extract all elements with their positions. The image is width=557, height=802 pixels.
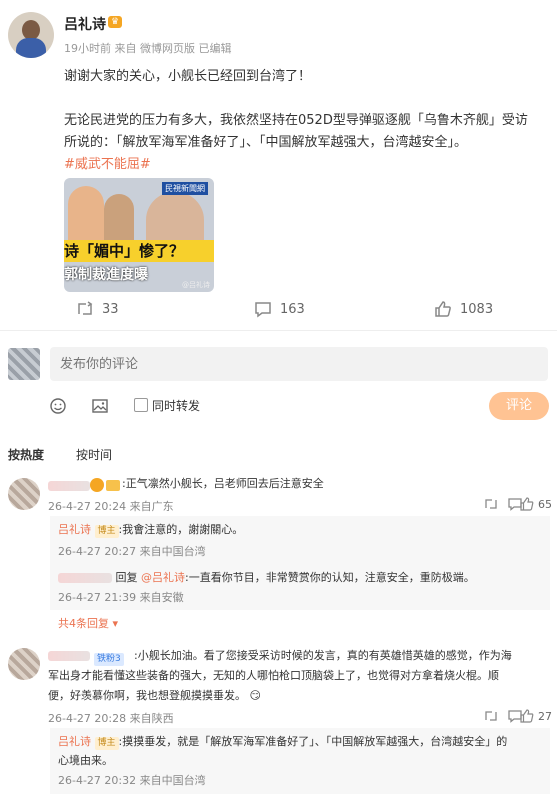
post-body: 谢谢大家的关心，小舰长已经回到台湾了！ 无论民进党的压力有多大，我依然坚持在05… — [64, 66, 534, 176]
my-avatar — [8, 348, 40, 380]
comment-like-button[interactable]: 27 — [520, 709, 552, 723]
forward-checkbox[interactable] — [134, 398, 148, 412]
expand-replies-label: 共4条回复 — [58, 617, 109, 630]
level-badge — [106, 480, 120, 491]
reply-thread: 吕礼诗 博主:我會注意的，謝謝關心。 26-4-27 20:27 来自中国台湾 … — [50, 516, 550, 610]
image-watermark: @吕礼诗 — [182, 281, 210, 289]
post-image[interactable]: 民視新聞網 诗「媚中」惨了？ 郭制裁進度曝 @吕礼诗 — [64, 178, 214, 292]
reply-author[interactable]: 吕礼诗 — [58, 523, 91, 536]
expand-replies-link[interactable]: 共4条回复 ▾ — [58, 615, 118, 631]
thumbs-up-icon — [520, 709, 534, 723]
reply-text: :我會注意的，謝謝關心。 — [118, 523, 244, 536]
comment-count: 163 — [280, 301, 305, 317]
comment-input-wrap[interactable] — [50, 347, 548, 381]
reply-meta: 26-4-27 20:27 来自中国台湾 — [58, 545, 206, 558]
comment-share-button[interactable] — [484, 709, 498, 723]
comment-button[interactable]: 163 — [254, 300, 305, 318]
like-button[interactable]: 1083 — [434, 300, 493, 318]
comment-input[interactable] — [50, 347, 548, 381]
author-avatar[interactable] — [8, 12, 54, 58]
reply-mention[interactable]: @吕礼诗 — [141, 571, 185, 584]
reply-author-name[interactable] — [58, 573, 112, 583]
author-name[interactable]: 吕礼诗 — [64, 14, 106, 34]
reply-item: 回复 @吕礼诗:一直看你节目，非常赞赏你的认知，注意安全，重防极端。 — [58, 568, 475, 587]
comment-icon — [255, 302, 271, 318]
repost-count: 33 — [102, 301, 119, 317]
reply-prefix: 回复 — [115, 571, 138, 584]
chevron-down-icon: ▾ — [112, 617, 119, 630]
divider — [0, 330, 557, 331]
comment-like-count: 65 — [538, 497, 552, 511]
comment-meta: 26-4-27 20:24 来自广东 — [48, 500, 174, 513]
commenter-avatar[interactable] — [8, 648, 40, 680]
reply-thread: 吕礼诗 博主:摸摸垂发，就是「解放军海军准备好了」、「中国解放军越强大，台湾越安… — [50, 728, 550, 794]
commenter-avatar[interactable] — [8, 478, 40, 510]
comment-meta: 26-4-27 20:28 来自陕西 — [48, 712, 174, 725]
post-meta: 19小时前 来自 微博网页版 已编辑 — [64, 42, 232, 55]
commenter-name[interactable] — [48, 651, 90, 661]
thumbs-up-icon — [520, 497, 534, 511]
like-count: 1083 — [460, 301, 494, 317]
emoji-icon: 😏 — [249, 689, 261, 702]
news-logo: 民視新聞網 — [162, 182, 208, 195]
reply-text-line-2: 心境由来。 — [58, 754, 113, 767]
fan-badge: 铁粉3 — [94, 650, 124, 666]
image-upload-icon[interactable] — [90, 396, 110, 416]
tab-time[interactable]: 按时间 — [76, 446, 112, 463]
comment-share-button[interactable] — [484, 497, 498, 511]
image-caption-1: 诗「媚中」惨了？ — [64, 240, 214, 262]
comment-text-line-3: 便，好羡慕你啊，我也想登舰摸摸垂发。 😏 — [48, 686, 261, 705]
share-icon — [485, 711, 497, 721]
commenter-name[interactable] — [48, 481, 90, 491]
crown-icon — [90, 478, 104, 492]
repost-button[interactable]: 33 — [76, 300, 119, 318]
thumbs-up-icon — [435, 301, 451, 317]
submit-comment-button[interactable]: 评论 — [489, 392, 549, 420]
emoji-icon[interactable] — [48, 396, 68, 416]
forward-label: 同时转发 — [152, 399, 201, 413]
comment-text: :正气凛然小舰长，吕老师回去后注意安全 — [122, 477, 324, 490]
tab-hot[interactable]: 按热度 — [8, 446, 44, 463]
post-line-1: 谢谢大家的关心，小舰长已经回到台湾了！ — [64, 69, 312, 84]
post-line-2: 无论民进党的压力有多大，我依然坚持在052D型导弹驱逐舰「乌鲁木齐舰」受访 — [64, 113, 528, 128]
author-badge: 博主 — [94, 737, 119, 750]
hashtag-link[interactable]: #威武不能屈# — [64, 154, 534, 176]
author-badge: 博主 — [94, 525, 119, 538]
reply-text: :摸摸垂发，就是「解放军海军准备好了」、「中国解放军越强大，台湾越安全」的 — [118, 735, 508, 748]
share-icon — [485, 499, 497, 509]
comment-text-line-1: :小舰长加油。看了您接受采访时候的发言，真的有英雄惜英雄的感觉，作为海 — [134, 649, 512, 662]
comment-text-line-2: 军出身才能看懂这些装备的强大，无知的人哪怕枪口顶脑袋上了，也觉得对方拿着烧火棍。… — [48, 669, 499, 682]
vip-crown-icon: ♛ — [108, 16, 122, 28]
reply-meta: 26-4-27 20:32 来自中国台湾 — [58, 774, 206, 787]
post-line-3: 所说的：「解放军海军准备好了」、「中国解放军越强大，台湾越安全」。 — [64, 135, 468, 150]
reply-meta: 26-4-27 21:39 来自安徽 — [58, 591, 184, 604]
comment-like-count: 27 — [538, 709, 552, 723]
reply-text: :一直看你节目，非常赞赏你的认知，注意安全，重防极端。 — [185, 571, 475, 584]
reply-item: 吕礼诗 博主:摸摸垂发，就是「解放军海军准备好了」、「中国解放军越强大，台湾越安… — [58, 732, 507, 751]
comment-like-button[interactable]: 65 — [520, 497, 552, 511]
reply-item: 吕礼诗 博主:我會注意的，謝謝關心。 — [58, 520, 243, 539]
comment-text-3: 便，好羡慕你啊，我也想登舰摸摸垂发。 — [48, 689, 246, 702]
repost-icon — [78, 301, 93, 315]
reply-author[interactable]: 吕礼诗 — [58, 735, 91, 748]
